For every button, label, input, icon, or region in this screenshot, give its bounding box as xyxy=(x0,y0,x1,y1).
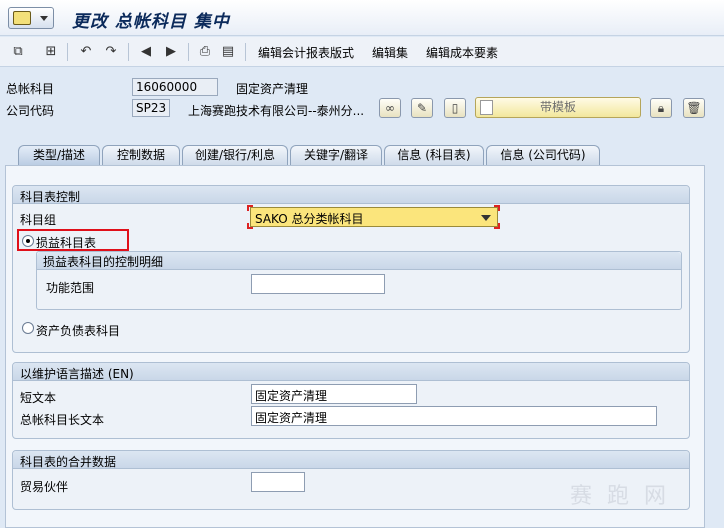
consolidation-title: 科目表的合并数据 xyxy=(13,451,689,469)
functional-area-input[interactable] xyxy=(251,274,385,294)
pl-account-radio[interactable] xyxy=(22,235,34,247)
description-title: 以维护语言描述 (EN) xyxy=(13,363,689,381)
functional-area-label: 功能范围 xyxy=(46,281,95,295)
pl-detail-title: 损益表科目的控制明细 xyxy=(37,252,681,270)
chevron-down-icon xyxy=(40,16,48,21)
display-change-icon[interactable]: ⧉ xyxy=(10,44,26,60)
edit-set-button[interactable]: 编辑集 xyxy=(372,44,408,61)
focus-corner xyxy=(494,223,500,229)
account-group-label: 科目组 xyxy=(20,213,57,227)
hierarchy-icon[interactable]: ⊞ xyxy=(43,44,59,60)
page-title: 更改 总帐科目 集中 xyxy=(72,12,230,32)
tab-create-bank-interest[interactable]: 创建/银行/利息 xyxy=(182,145,288,165)
watermark: 赛 跑 网 xyxy=(570,484,670,509)
short-text-input[interactable]: 固定资产清理 xyxy=(251,384,417,404)
new-document-icon[interactable]: ▯ xyxy=(444,98,466,118)
tab-keyword-translation[interactable]: 关键字/翻译 xyxy=(290,145,382,165)
edit-cost-element-button[interactable]: 编辑成本要素 xyxy=(426,44,498,61)
chevron-down-icon[interactable] xyxy=(481,215,491,221)
company-code-field[interactable]: SP23 xyxy=(132,99,170,117)
short-text-label: 短文本 xyxy=(20,391,57,405)
document-icon xyxy=(480,100,493,115)
focus-corner xyxy=(247,223,253,229)
document-icon[interactable]: ▤ xyxy=(220,44,236,60)
delete-icon[interactable]: 🗑︎ xyxy=(683,98,705,118)
redo-icon[interactable]: ↷ xyxy=(103,44,119,60)
coa-control-title: 科目表控制 xyxy=(13,186,689,204)
next-icon[interactable]: ▶ xyxy=(163,44,179,60)
with-template-label: 带模板 xyxy=(539,100,576,114)
system-menu-button[interactable] xyxy=(8,7,54,29)
menu-icon xyxy=(13,11,31,25)
account-group-value: SAKO 总分类帐科目 xyxy=(255,212,364,226)
trading-partner-input[interactable] xyxy=(251,472,305,492)
title-bar: 更改 总帐科目 集中 xyxy=(0,0,724,36)
account-group-select[interactable]: SAKO 总分类帐科目 xyxy=(250,207,498,227)
toolbar-separator xyxy=(245,43,246,61)
focus-corner xyxy=(247,205,253,211)
tab-info-coa[interactable]: 信息 (科目表) xyxy=(384,145,484,165)
trading-partner-label: 贸易伙伴 xyxy=(20,480,69,494)
company-code-label: 公司代码 xyxy=(6,104,55,118)
long-text-label: 总帐科目长文本 xyxy=(20,413,105,427)
gl-account-description: 固定资产清理 xyxy=(236,82,309,96)
gl-account-label: 总帐科目 xyxy=(6,82,55,96)
tab-type-description[interactable]: 类型/描述 xyxy=(18,145,100,166)
pencil-icon[interactable]: ✎ xyxy=(411,98,433,118)
tab-control-data[interactable]: 控制数据 xyxy=(102,145,180,165)
print-icon[interactable]: ⎙ xyxy=(197,44,213,60)
company-name: 上海赛跑技术有限公司--泰州分... xyxy=(188,104,365,118)
pl-account-label: 损益科目表 xyxy=(36,236,97,250)
gl-account-field[interactable]: 16060000 xyxy=(132,78,218,96)
bs-account-label: 资产负债表科目 xyxy=(36,324,121,338)
application-toolbar: ⧉ ⊞ ↶ ↷ ◀ ▶ ⎙ ▤ 编辑会计报表版式 编辑集 编辑成本要素 xyxy=(0,37,724,67)
previous-icon[interactable]: ◀ xyxy=(138,44,154,60)
long-text-input[interactable]: 固定资产清理 xyxy=(251,406,657,426)
with-template-button[interactable]: 带模板 xyxy=(475,97,641,118)
glasses-icon[interactable]: ∞ xyxy=(379,98,401,118)
tab-info-company-code[interactable]: 信息 (公司代码) xyxy=(486,145,600,165)
focus-corner xyxy=(494,205,500,211)
edit-fs-version-button[interactable]: 编辑会计报表版式 xyxy=(258,44,354,61)
toolbar-separator xyxy=(188,43,189,61)
bs-account-radio[interactable] xyxy=(22,322,34,334)
toolbar-separator xyxy=(128,43,129,61)
lock-icon[interactable]: 🔒︎ xyxy=(650,98,672,118)
undo-icon[interactable]: ↶ xyxy=(78,44,94,60)
toolbar-separator xyxy=(67,43,68,61)
